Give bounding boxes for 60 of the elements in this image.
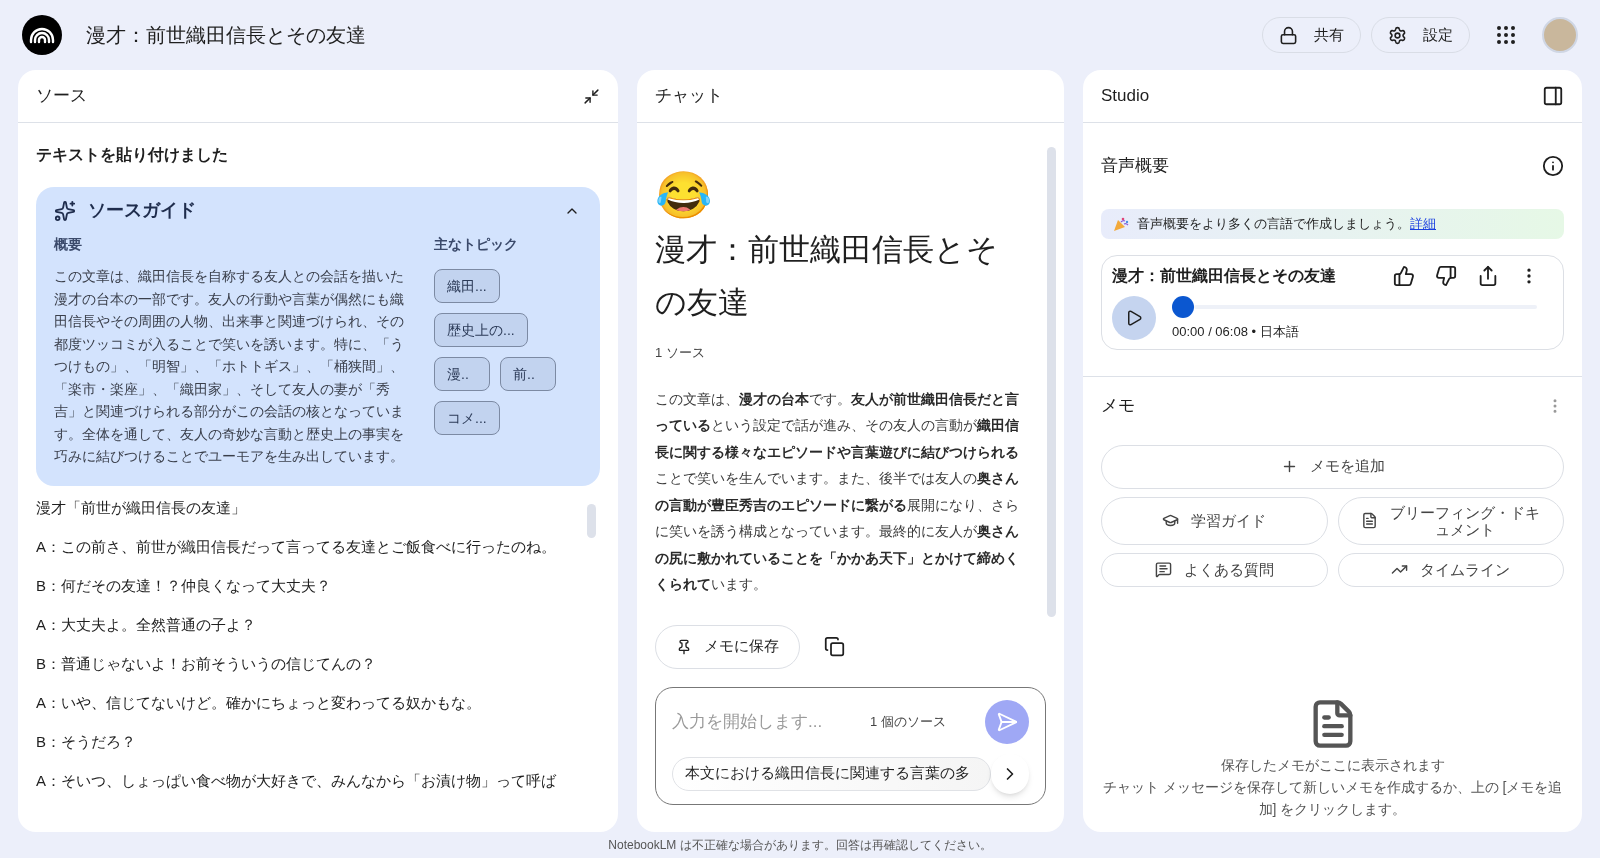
share-icon[interactable] bbox=[1477, 264, 1499, 287]
panel-title: チャット bbox=[655, 85, 723, 108]
suggestion-chip[interactable]: 本文における織田信長に関連する言葉の多 bbox=[672, 756, 991, 791]
pin-icon bbox=[676, 638, 692, 655]
source-text-line: A：大丈夫よ。全然普通の子よ？ bbox=[36, 614, 257, 635]
panel-title: ソース bbox=[36, 85, 87, 108]
info-icon[interactable] bbox=[1542, 154, 1564, 177]
source-count: 1 個のソース bbox=[870, 712, 946, 731]
topic-chip[interactable]: 漫.. bbox=[434, 357, 490, 391]
sparkle-icon bbox=[54, 199, 76, 222]
thumbs-up-icon[interactable] bbox=[1393, 264, 1415, 287]
section-heading: テキストを貼り付けました bbox=[36, 145, 229, 165]
settings-icon bbox=[1388, 25, 1407, 45]
source-text-line: B：そうだろ？ bbox=[36, 731, 137, 752]
apps-icon[interactable] bbox=[1494, 23, 1518, 47]
emoji: 😂 bbox=[655, 169, 713, 221]
panel-toggle-icon[interactable] bbox=[1542, 85, 1564, 107]
collapse-icon[interactable] bbox=[583, 87, 600, 105]
lock-icon bbox=[1279, 25, 1298, 45]
message-icon bbox=[1154, 561, 1172, 578]
section-title: メモ bbox=[1101, 395, 1135, 417]
panel-title: Studio bbox=[1101, 85, 1150, 108]
topics-label: 主なトピック bbox=[434, 235, 519, 254]
party-popper-icon bbox=[1113, 215, 1129, 232]
chat-heading: 漫才：前世織田信長とその友達 bbox=[655, 231, 999, 322]
logo-icon bbox=[22, 15, 62, 55]
summary-label: 概要 bbox=[54, 235, 83, 254]
details-link[interactable]: 詳細 bbox=[1410, 213, 1436, 234]
progress-thumb[interactable] bbox=[1172, 295, 1194, 318]
source-text-line: A：そいつ、しょっぱい食べ物が大好きで、みんなから「お漬け物」って呼ば bbox=[36, 770, 557, 791]
copy-icon[interactable] bbox=[824, 636, 845, 657]
playback-time: 00:00 / 06:08 • 日本語 bbox=[1172, 322, 1300, 341]
guide-title: ソースガイド bbox=[88, 199, 196, 222]
topic-chip[interactable]: 歴史上の... bbox=[434, 313, 528, 347]
banner-text: 音声概要をより多くの言語で作成しましょう。 bbox=[1137, 214, 1410, 233]
topic-chip[interactable]: コメ... bbox=[434, 401, 500, 435]
source-text-line: A：この前さ、前世が織田信長だって言ってる友達とご飯食べに行ったのね。 bbox=[36, 536, 557, 557]
send-icon bbox=[996, 710, 1018, 733]
source-count: 1 ソース bbox=[655, 344, 706, 362]
chat-input-field[interactable]: 入力を開始します... bbox=[672, 708, 862, 735]
scrollbar bbox=[587, 503, 596, 538]
topic-chip[interactable]: 織田... bbox=[434, 269, 500, 303]
empty-title: 保存したメモがここに表示されます bbox=[1220, 756, 1445, 775]
source-text-line: A：いや、信じてないけど。確かにちょっと変わってる奴かもな。 bbox=[36, 692, 482, 713]
disclaimer-text: NotebookLM は不正確な場合があります。回答は再確認してください。 bbox=[608, 837, 992, 854]
document-icon bbox=[1360, 512, 1378, 529]
notebook-title[interactable]: 漫才：前世織田信長とその友達 bbox=[86, 20, 366, 50]
source-text-line: B：何だその友達！？仲良くなって大丈夫？ bbox=[36, 575, 332, 596]
graduation-cap-icon bbox=[1162, 512, 1180, 529]
chat-summary: この文章は、漫才の台本です。友人が前世織田信長だと言っているという設定で話が進み、その友人の言動が織田信長に関する様々なエピソードや言葉遊びに結びつけられることで笑いを生んでいます。また、後半では友人の奥さんの言動が豊臣秀吉のエピソードに繋がる展開になり、さらに笑いを誘う構成となっています。最終的に友人が奥さんの尻に敷かれていることを「かかあ天下」とかけて締めくくられています。 bbox=[655, 390, 1020, 594]
play-icon bbox=[1125, 309, 1143, 328]
source-text-line: 漫才「前世が織田信長の友達」 bbox=[36, 497, 247, 518]
summary-text: この文章は、織田信長を自称する友人との会話を描いた漫才の台本の一部です。友人の行動や言葉が偶然にも織田信長やその周囲の人物、出来事と関連づけられ、その都度ツッコミが入ることで笑いを誘います。特に、「うつけもの」、「明智」、「ホトトギス」、「桶狭間」、「楽市・楽座」、「織田家」、そして友人の妻が「秀吉」と関連づけられる部分がこの会話の核となっています。全体を通して、友人の奇妙な言動と歴史上の事実を巧みに結びつけることでユーモアを生み出しています。 bbox=[54, 267, 405, 466]
empty-text: チャット メッセージを保存して新しいメモを作成するか、上の [メモを追加] をクリックします。 bbox=[1102, 778, 1563, 819]
topic-chip[interactable]: 前.. bbox=[500, 357, 556, 391]
audio-title: 漫才：前世織田信長とその友達 bbox=[1112, 265, 1336, 286]
play-button[interactable] bbox=[1112, 296, 1156, 341]
source-text-line: B：普通じゃないよ！お前そういうの信じてんの？ bbox=[36, 653, 377, 674]
section-title: 音声概要 bbox=[1101, 155, 1169, 177]
thumbs-down-icon[interactable] bbox=[1435, 264, 1457, 287]
